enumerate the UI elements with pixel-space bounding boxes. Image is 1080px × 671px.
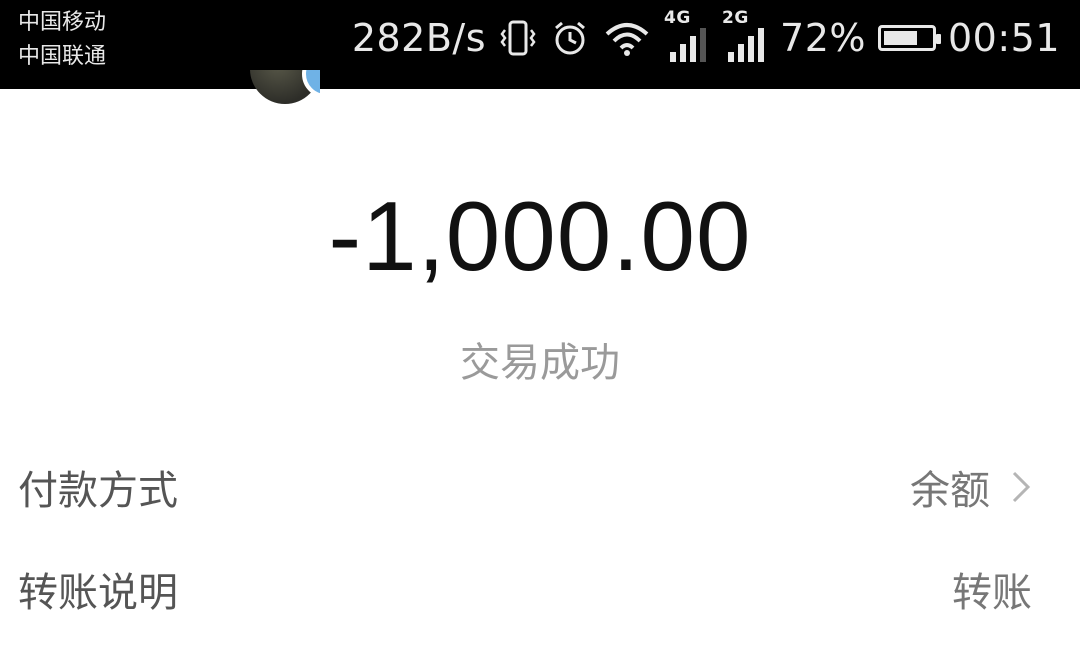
sim2-signal-group: 2G <box>722 8 768 62</box>
sim1-network-type: 4G <box>664 8 691 28</box>
payment-method-value-group[interactable]: 余额 <box>910 458 1032 516</box>
carrier-info: 中国移动 中国联通 <box>18 6 106 74</box>
sim1-signal-group: 4G <box>664 8 710 62</box>
avatar[interactable] <box>250 70 320 104</box>
alarm-icon <box>550 18 590 58</box>
payment-method-row[interactable]: 付款方式 余额 <box>18 458 1058 518</box>
vibrate-icon <box>498 18 538 58</box>
status-bar: 中国移动 中国联通 282B/s 4G 2G 72% 00:51 <box>0 0 1080 89</box>
battery-icon <box>877 25 941 51</box>
transaction-status: 交易成功 <box>460 340 620 386</box>
clock: 00:51 <box>947 16 1060 60</box>
transfer-note-label: 转账说明 <box>18 570 178 616</box>
payment-method-value: 余额 <box>910 468 990 514</box>
status-indicators: 282B/s 4G 2G 72% 00:51 <box>351 8 1060 62</box>
next-row-partial <box>18 656 1058 671</box>
transaction-amount: -1,000.00 <box>328 181 752 291</box>
carrier-1-label: 中国移动 <box>18 10 107 35</box>
network-speed: 282B/s <box>351 16 487 60</box>
battery-level-fill <box>883 31 918 45</box>
chevron-right-icon <box>1012 471 1031 503</box>
signal-icon <box>670 28 707 62</box>
transfer-note-value: 转账 <box>952 570 1032 616</box>
battery-percent: 72% <box>780 16 866 60</box>
signal-icon <box>728 28 765 62</box>
transfer-note-row: 转账说明 转账 <box>18 560 1058 620</box>
wifi-icon <box>602 18 652 58</box>
payment-method-label: 付款方式 <box>18 468 178 514</box>
sim2-network-type: 2G <box>722 8 749 28</box>
carrier-2-label: 中国联通 <box>18 44 107 69</box>
